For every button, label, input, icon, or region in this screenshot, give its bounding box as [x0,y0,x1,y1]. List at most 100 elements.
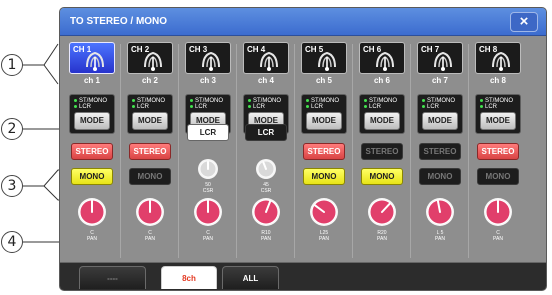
green-led-icon [480,98,483,102]
green-led-icon [364,104,367,108]
csr-knob[interactable] [255,158,277,180]
pan-knob[interactable] [425,197,455,227]
channel-name: ch 6 [373,76,390,85]
lcr-indicator: LCR [480,104,497,111]
channel-strip-8: CH 8 ch 8 ST/MONO LCR MODE STEREO MONO C… [472,40,524,262]
callout-1: 1 [1,54,23,76]
tab-8ch[interactable]: 8ch [161,266,217,289]
channel-strip-5: CH 5 ch 5 ST/MONO LCR MODE STEREO MONO L… [298,40,350,262]
stereo-button[interactable]: STEREO [361,143,403,160]
channel-select-button[interactable]: CH 2 [127,42,173,74]
channel-name: ch 1 [83,76,100,85]
channel-strip-4: CH 4 ch 4 ST/MONO LCR MODE LCR 45 CSR R1… [240,40,292,262]
lcr-indicator: LCR [422,104,439,111]
green-led-icon [306,104,309,108]
lcr-indicator: LCR [248,104,265,111]
channel-strip-7: CH 7 ch 7 ST/MONO LCR MODE STEREO MONO L… [414,40,466,262]
mono-button[interactable]: MONO [129,168,171,185]
pan-knob[interactable] [77,197,107,227]
channel-select-button[interactable]: CH 7 [417,42,463,74]
csr-knob[interactable] [197,158,219,180]
mode-panel: ST/MONO LCR MODE [417,94,463,134]
mode-panel: ST/MONO LCR MODE [69,94,115,134]
channel-strip-2: CH 2 ch 2 ST/MONO LCR MODE STEREO MONO C… [124,40,176,262]
mode-panel: ST/MONO LCR MODE [127,94,173,134]
channel-select-button[interactable]: CH 5 [301,42,347,74]
channel-view-tabs: ---- 8ch ALL [60,262,546,290]
green-led-icon [248,98,251,102]
to-stereo-mono-window: TO STEREO / MONO × CH 1 ch 1 ST/MONO LCR… [59,7,547,291]
green-led-icon [132,98,135,102]
callout-3: 3 [1,175,23,197]
pan-knob[interactable] [367,197,397,227]
mode-button[interactable]: MODE [132,112,168,130]
stereo-button[interactable]: STEREO [303,143,345,160]
strip-divider [410,44,411,258]
close-button[interactable]: × [510,12,538,32]
channel-name: ch 3 [199,76,216,85]
strip-divider [178,44,179,258]
pan-knob[interactable] [251,197,281,227]
pan-knob[interactable] [193,197,223,227]
mono-button[interactable]: MONO [303,168,345,185]
channel-name: ch 5 [315,76,332,85]
tab-disabled[interactable]: ---- [79,266,146,289]
mode-panel: ST/MONO LCR MODE [359,94,405,134]
green-led-icon [306,98,309,102]
pan-label: PAN [435,236,445,242]
channel-strip-3: CH 3 ch 3 ST/MONO LCR MODE LCR 50 CSR C … [182,40,234,262]
channel-select-button[interactable]: CH 3 [185,42,231,74]
mode-panel: ST/MONO LCR MODE [301,94,347,134]
green-led-icon [132,104,135,108]
mode-button[interactable]: MODE [364,112,400,130]
csr-label: CSR [260,188,272,194]
mode-button[interactable]: MODE [480,112,516,130]
window-title: TO STEREO / MONO [70,16,168,27]
green-led-icon [74,104,77,108]
lcr-button[interactable]: LCR [245,124,287,141]
stereo-button[interactable]: STEREO [419,143,461,160]
csr-label: CSR [202,188,214,194]
lcr-indicator: LCR [132,104,149,111]
pan-label: PAN [261,236,271,242]
channel-select-button[interactable]: CH 4 [243,42,289,74]
stereo-button[interactable]: STEREO [71,143,113,160]
channel-name: ch 2 [141,76,158,85]
mono-button[interactable]: MONO [361,168,403,185]
title-bar: TO STEREO / MONO × [60,8,546,36]
channel-select-button[interactable]: CH 1 [69,42,115,74]
mode-panel: ST/MONO LCR MODE [475,94,521,134]
mono-button[interactable]: MONO [419,168,461,185]
channel-strips: CH 1 ch 1 ST/MONO LCR MODE STEREO MONO C… [66,40,542,262]
stereo-button[interactable]: STEREO [477,143,519,160]
green-led-icon [190,98,193,102]
mode-button[interactable]: MODE [422,112,458,130]
mono-button[interactable]: MONO [71,168,113,185]
pan-label: PAN [145,236,155,242]
mono-button[interactable]: MONO [477,168,519,185]
lcr-indicator: LCR [74,104,91,111]
callout-4: 4 [1,231,23,253]
channel-select-button[interactable]: CH 8 [475,42,521,74]
stereo-button[interactable]: STEREO [129,143,171,160]
green-led-icon [480,104,483,108]
channel-name: ch 8 [489,76,506,85]
green-led-icon [422,104,425,108]
pan-knob[interactable] [309,197,339,227]
lcr-indicator: LCR [190,104,207,111]
mode-button[interactable]: MODE [74,112,110,130]
pan-label: PAN [493,236,503,242]
strip-divider [294,44,295,258]
channel-select-button[interactable]: CH 6 [359,42,405,74]
lcr-button[interactable]: LCR [187,124,229,141]
tab-all[interactable]: ALL [222,266,279,289]
pan-label: PAN [377,236,387,242]
mode-button[interactable]: MODE [306,112,342,130]
green-led-icon [364,98,367,102]
pan-knob[interactable] [135,197,165,227]
pan-knob[interactable] [483,197,513,227]
channel-name: ch 4 [257,76,274,85]
channel-strip-1: CH 1 ch 1 ST/MONO LCR MODE STEREO MONO C… [66,40,118,262]
pan-label: PAN [319,236,329,242]
green-led-icon [422,98,425,102]
